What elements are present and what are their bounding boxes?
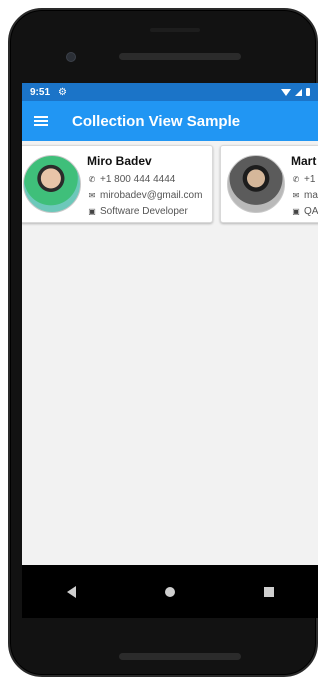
back-icon[interactable] <box>66 585 76 598</box>
contact-email-row: ✉ mirobadev@gmail.com <box>87 190 203 201</box>
app-bar: Collection View Sample <box>22 101 318 141</box>
contact-title-row: ▣ QA <box>291 206 318 217</box>
contact-email: mirobadev@gmail.com <box>100 190 203 201</box>
contact-phone: +1 <box>304 174 316 185</box>
navigation-bar <box>22 565 318 618</box>
screen: 9:51 ⚙ Collection View Sample Miro Badev… <box>22 83 318 618</box>
contact-title-row: ▣ Software Developer <box>87 206 188 217</box>
phone-icon: ✆ <box>292 175 300 184</box>
app-title: Collection View Sample <box>72 112 241 130</box>
contact-name: Mart <box>291 154 317 168</box>
bottom-speaker <box>119 653 241 660</box>
settings-gear-icon: ⚙ <box>58 86 67 98</box>
email-icon: ✉ <box>292 191 300 200</box>
contact-title: Software Developer <box>100 206 188 217</box>
recents-icon[interactable] <box>263 586 274 597</box>
hamburger-menu-icon[interactable] <box>34 116 48 126</box>
wifi-icon <box>281 88 291 96</box>
earpiece-speaker <box>119 53 241 60</box>
contact-email: ma <box>304 190 318 201</box>
avatar <box>227 155 285 213</box>
contact-email-row: ✉ ma <box>291 190 318 201</box>
badge-icon: ▣ <box>292 207 300 216</box>
avatar <box>23 155 81 213</box>
phone-icon: ✆ <box>88 175 96 184</box>
contact-phone-row: ✆ +1 800 444 4444 <box>87 174 176 185</box>
contact-phone: +1 800 444 4444 <box>100 174 176 185</box>
contact-name: Miro Badev <box>87 154 152 168</box>
battery-icon <box>306 88 310 96</box>
badge-icon: ▣ <box>88 207 96 216</box>
front-camera <box>66 52 76 62</box>
contact-phone-row: ✆ +1 <box>291 174 316 185</box>
home-icon[interactable] <box>164 586 175 597</box>
cell-signal-icon <box>295 88 302 96</box>
contact-card[interactable]: Miro Badev ✆ +1 800 444 4444 ✉ mirobadev… <box>22 145 213 223</box>
contact-card[interactable]: Mart ✆ +1 ✉ ma ▣ QA <box>220 145 318 223</box>
email-icon: ✉ <box>88 191 96 200</box>
top-notch <box>150 28 200 32</box>
status-icons <box>281 88 310 96</box>
status-bar: 9:51 ⚙ <box>22 83 318 101</box>
contacts-collection[interactable]: Miro Badev ✆ +1 800 444 4444 ✉ mirobadev… <box>22 145 318 225</box>
status-time: 9:51 <box>30 86 51 98</box>
contact-title: QA <box>304 206 318 217</box>
